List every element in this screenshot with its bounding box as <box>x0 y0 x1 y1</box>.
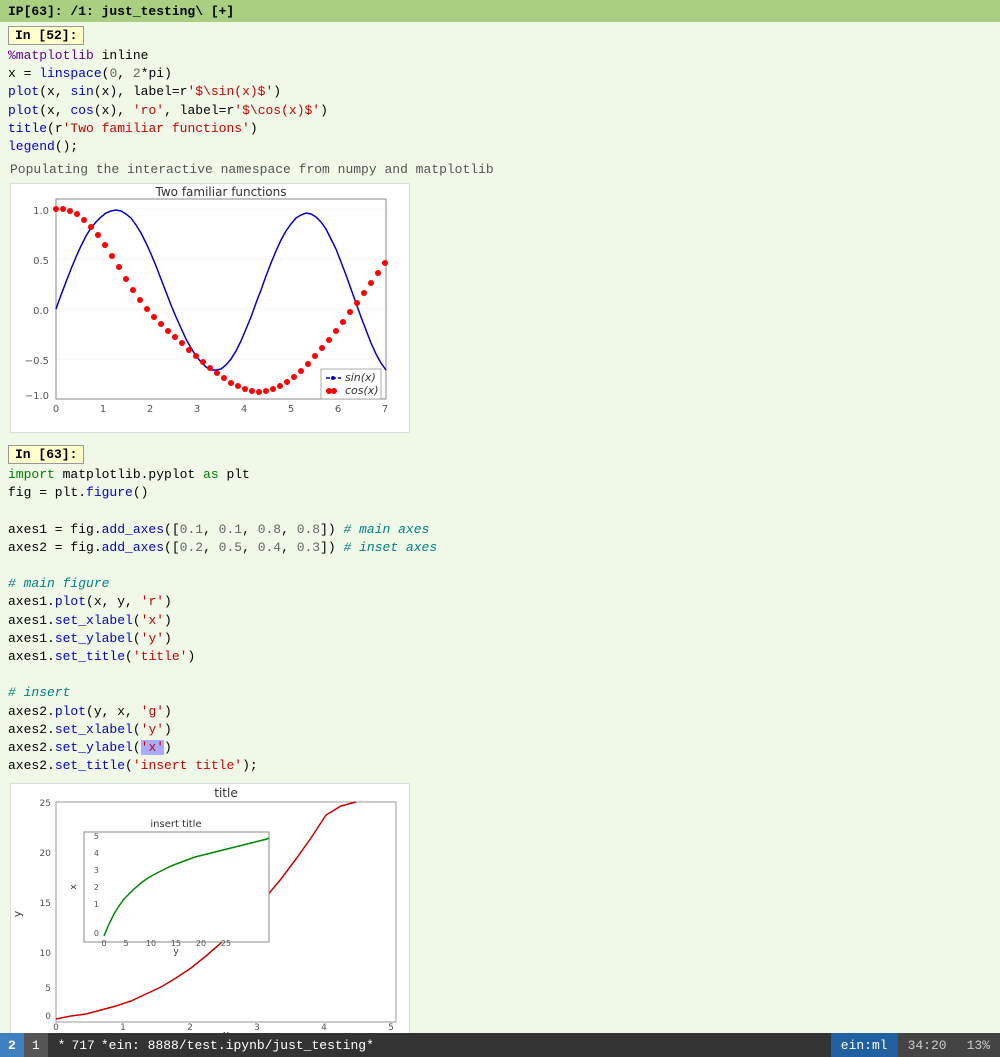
code-line <box>8 503 992 521</box>
svg-text:3: 3 <box>194 404 200 415</box>
code-line: legend(); <box>8 138 992 156</box>
code-line: axes1.set_ylabel('y') <box>8 630 992 648</box>
status-seg-2: 1 <box>24 1033 48 1057</box>
cell-52-output: Populating the interactive namespace fro… <box>0 160 1000 179</box>
svg-text:15: 15 <box>171 939 181 948</box>
svg-text:y: y <box>11 911 24 918</box>
svg-text:5: 5 <box>123 939 128 948</box>
svg-text:5: 5 <box>288 404 294 415</box>
svg-text:1: 1 <box>94 900 99 909</box>
svg-text:x: x <box>69 884 79 890</box>
svg-text:sin(x): sin(x) <box>345 371 376 384</box>
svg-text:1.0: 1.0 <box>33 206 49 217</box>
code-line: axes2.plot(y, x, 'g') <box>8 703 992 721</box>
cell-63-label: In [63]: <box>8 445 84 464</box>
status-mode-text: ein:ml <box>841 1038 888 1053</box>
svg-text:insert title: insert title <box>150 819 201 830</box>
code-line: axes2.set_title('insert title'); <box>8 757 992 775</box>
svg-text:10: 10 <box>146 939 156 948</box>
svg-text:4: 4 <box>321 1023 327 1033</box>
svg-text:2: 2 <box>94 883 99 892</box>
svg-text:15: 15 <box>40 899 51 909</box>
code-line <box>8 666 992 684</box>
code-line: # main figure <box>8 575 992 593</box>
svg-text:7: 7 <box>382 404 388 415</box>
plot2-container: title y x 25 20 15 10 5 0 0 1 2 3 4 5 in <box>0 779 1000 1051</box>
status-pos-text: 34:20 <box>908 1038 947 1053</box>
code-line: # insert <box>8 684 992 702</box>
cell-63-header: In [63]: <box>0 441 1000 466</box>
code-line: axes1.plot(x, y, 'r') <box>8 593 992 611</box>
svg-text:−0.5: −0.5 <box>25 356 49 367</box>
code-line: plot(x, sin(x), label=r'$\sin(x)$') <box>8 83 992 101</box>
svg-text:4: 4 <box>241 404 247 415</box>
code-line: %matplotlib inline <box>8 47 992 65</box>
svg-text:−1.0: −1.0 <box>25 391 49 402</box>
status-filename-area: * 717 *ein: 8888/test.ipynb/just_testing… <box>48 1033 831 1057</box>
status-pct-text: 13% <box>967 1038 990 1053</box>
svg-text:3: 3 <box>254 1023 260 1033</box>
cell-52-label: In [52]: <box>8 26 84 45</box>
svg-text:4: 4 <box>94 849 99 858</box>
code-line: fig = plt.figure() <box>8 484 992 502</box>
svg-text:0.5: 0.5 <box>33 256 49 267</box>
code-line: axes1.set_xlabel('x') <box>8 612 992 630</box>
code-line <box>8 557 992 575</box>
svg-text:Two familiar functions: Two familiar functions <box>155 185 287 199</box>
code-line: axes1 = fig.add_axes([0.1, 0.1, 0.8, 0.8… <box>8 521 992 539</box>
svg-text:6: 6 <box>335 404 341 415</box>
code-line: import matplotlib.pyplot as plt <box>8 466 992 484</box>
status-seg-1: 2 <box>0 1033 24 1057</box>
code-line: axes2 = fig.add_axes([0.2, 0.5, 0.4, 0.3… <box>8 539 992 557</box>
status-filename: *ein: 8888/test.ipynb/just_testing* <box>101 1038 374 1053</box>
svg-text:cos(x): cos(x) <box>345 384 379 397</box>
code-line: axes2.set_ylabel('x') <box>8 739 992 757</box>
svg-text:2: 2 <box>187 1023 193 1033</box>
code-line: title(r'Two familiar functions') <box>8 120 992 138</box>
plot1-svg: Two familiar functions 1.0 0.5 0.0 −0.5 … <box>10 183 410 433</box>
title-bar: IP[63]: /1: just_testing\ [+] <box>0 0 1000 22</box>
svg-text:3: 3 <box>94 866 99 875</box>
svg-text:2: 2 <box>147 404 153 415</box>
cell-52-header: In [52]: <box>0 22 1000 47</box>
code-line: axes1.set_title('title') <box>8 648 992 666</box>
svg-text:0: 0 <box>45 1012 51 1022</box>
status-cellnum: 717 <box>71 1038 94 1053</box>
status-mode: ein:ml <box>831 1033 898 1057</box>
svg-text:0: 0 <box>53 404 59 415</box>
svg-text:y: y <box>173 947 179 957</box>
status-num1: 2 <box>8 1038 16 1053</box>
code-line: x = linspace(0, 2*pi) <box>8 65 992 83</box>
svg-text:0: 0 <box>53 1023 59 1033</box>
svg-text:5: 5 <box>388 1023 394 1033</box>
svg-text:10: 10 <box>40 949 52 959</box>
title-text: IP[63]: /1: just_testing\ [+] <box>8 4 234 19</box>
svg-text:25: 25 <box>40 799 51 809</box>
cell-52-code: %matplotlib inline x = linspace(0, 2*pi)… <box>0 47 1000 160</box>
status-num2: 1 <box>32 1038 40 1053</box>
svg-text:20: 20 <box>40 849 52 859</box>
svg-text:0: 0 <box>101 939 106 948</box>
code-line: axes2.set_xlabel('y') <box>8 721 992 739</box>
svg-text:0.0: 0.0 <box>33 306 49 317</box>
plot1-container: Two familiar functions 1.0 0.5 0.0 −0.5 … <box>0 179 1000 441</box>
svg-text:1: 1 <box>100 404 106 415</box>
svg-text:title: title <box>214 786 237 800</box>
status-bar: 2 1 * 717 *ein: 8888/test.ipynb/just_tes… <box>0 1033 1000 1057</box>
svg-text:1: 1 <box>120 1023 126 1033</box>
cell-63-code: import matplotlib.pyplot as plt fig = pl… <box>0 466 1000 779</box>
svg-text:5: 5 <box>94 832 99 841</box>
svg-text:20: 20 <box>196 939 206 948</box>
svg-text:25: 25 <box>221 939 231 948</box>
status-percent: 13% <box>957 1033 1000 1057</box>
plot2-svg: title y x 25 20 15 10 5 0 0 1 2 3 4 5 in <box>10 783 410 1043</box>
svg-text:5: 5 <box>45 984 51 994</box>
status-position: 34:20 <box>898 1033 957 1057</box>
status-indicator: * <box>58 1038 66 1053</box>
svg-text:0: 0 <box>94 929 99 938</box>
notebook: In [52]: %matplotlib inline x = linspace… <box>0 22 1000 1051</box>
code-line: plot(x, cos(x), 'ro', label=r'$\cos(x)$'… <box>8 102 992 120</box>
